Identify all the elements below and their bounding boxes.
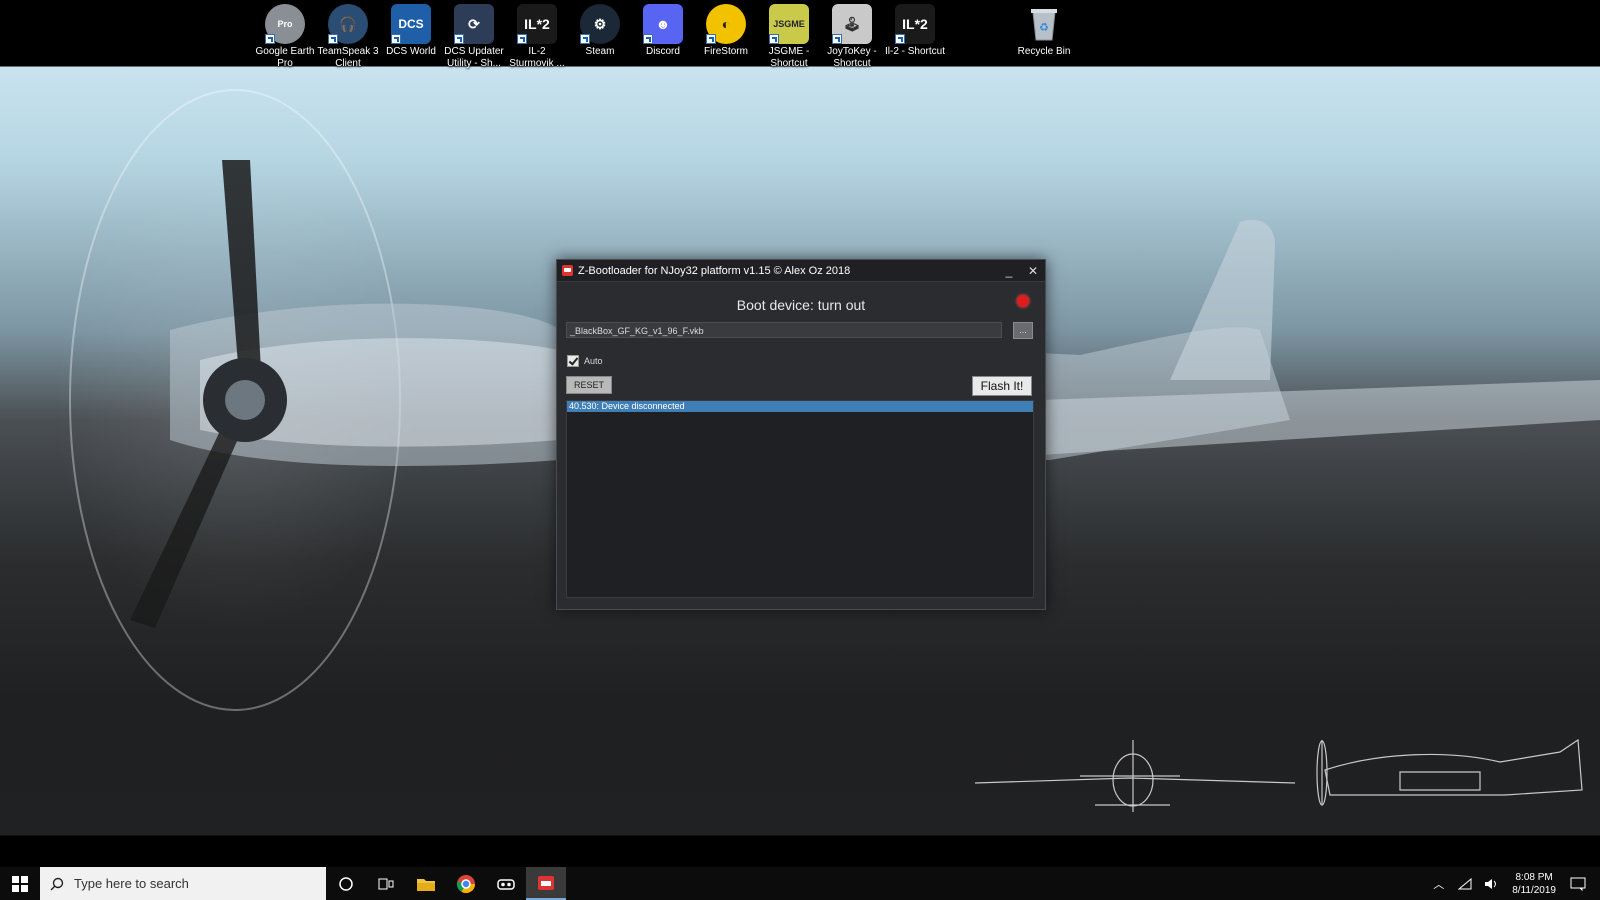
desktop-icon-dcs-updater[interactable]: ⟳ DCS Updater Utility - Sh... — [443, 4, 505, 70]
clock-date: 8/11/2019 — [1512, 884, 1556, 896]
log-area[interactable]: 40.530: Device disconnected — [566, 400, 1034, 598]
desktop-icon-label: Recycle Bin — [1017, 46, 1071, 57]
log-row[interactable]: 40.530: Device disconnected — [567, 401, 1033, 412]
jsgme-icon: JSGME — [769, 4, 809, 44]
start-button[interactable] — [0, 867, 40, 900]
z-bootloader-taskbar-button[interactable] — [526, 867, 566, 900]
browse-button[interactable]: ... — [1013, 322, 1033, 339]
auto-label: Auto — [584, 356, 603, 366]
teamspeak-icon: 🎧 — [328, 4, 368, 44]
desktop-icon-label: JoyToKey - Shortcut — [827, 46, 877, 69]
desktop-icon-google-earth-pro[interactable]: Pro Google Earth Pro — [254, 4, 316, 70]
taskbar-search-box[interactable]: Type here to search — [40, 867, 326, 900]
desktop-icon-label: Steam — [585, 46, 615, 57]
il2-icon: IL*2 — [517, 4, 557, 44]
desktop-icon-teamspeak[interactable]: 🎧 TeamSpeak 3 Client — [317, 4, 379, 70]
dcs-updater-icon: ⟳ — [454, 4, 494, 44]
search-icon — [50, 877, 64, 890]
auto-checkbox[interactable] — [567, 355, 579, 367]
clock-time: 8:08 PM — [1515, 871, 1553, 883]
recycle-bin-icon: ♻ — [1024, 4, 1064, 44]
boot-status-text: Boot device: turn out — [736, 297, 866, 313]
desktop-icon-label: IL-2 Sturmovik ... — [509, 46, 565, 69]
desktop-icon-label: DCS World — [386, 46, 436, 57]
windows-icon — [12, 875, 28, 892]
joytokey-icon: 🕹 — [832, 4, 872, 44]
desktop-icon-label: Google Earth Pro — [255, 46, 315, 69]
reset-button[interactable]: RESET — [566, 376, 612, 394]
network-icon[interactable] — [1458, 877, 1472, 890]
svg-text:♻: ♻ — [1039, 21, 1049, 34]
desktop-icon-il2-shortcut[interactable]: IL*2 Il-2 - Shortcut — [884, 4, 946, 58]
desktop-icon-label: TeamSpeak 3 Client — [317, 46, 379, 69]
taskbar-clock[interactable]: 8:08 PM 8/11/2019 — [1512, 871, 1556, 897]
cortana-icon — [339, 876, 353, 891]
desktop-icon-jsgme[interactable]: JSGME JSGME - Shortcut — [758, 4, 820, 70]
discord-icon: ☻ — [643, 4, 683, 44]
show-hidden-icons-chevron-icon[interactable]: ︿ — [1433, 876, 1444, 892]
task-view-button[interactable] — [366, 867, 406, 900]
desktop-icon-label: FireStorm — [704, 46, 748, 57]
desktop-icon-label: JSGME - Shortcut — [768, 46, 810, 69]
system-tray: ︿ 8:08 PM 8/11/2019 — [1425, 867, 1600, 900]
vr-app-button[interactable] — [486, 867, 526, 900]
search-placeholder: Type here to search — [74, 876, 189, 891]
desktop-icon-label: Il-2 - Shortcut — [884, 46, 946, 57]
steam-icon: ⚙ — [580, 4, 620, 44]
desktop-icon-discord[interactable]: ☻ Discord — [632, 4, 694, 58]
desktop-icon-il2-sturmovik[interactable]: IL*2 IL-2 Sturmovik ... — [506, 4, 568, 70]
desktop-icon-firestorm[interactable]: ◐ FireStorm — [695, 4, 757, 58]
firestorm-icon: ◐ — [706, 4, 746, 44]
close-button[interactable]: ✕ — [1021, 260, 1045, 281]
dcs-world-icon: DCS — [391, 4, 431, 44]
file-explorer-button[interactable] — [406, 867, 446, 900]
chrome-icon — [456, 874, 475, 893]
cortana-button[interactable] — [326, 867, 366, 900]
chrome-button[interactable] — [446, 867, 486, 900]
minimize-button[interactable]: _ — [997, 260, 1021, 281]
desktop-icon-label: Discord — [646, 46, 680, 57]
action-center-icon[interactable] — [1570, 877, 1586, 891]
window-titlebar[interactable]: Z-Bootloader for NJoy32 platform v1.15 ©… — [557, 260, 1045, 282]
desktop-icon-dcs-world[interactable]: DCS DCS World — [380, 4, 442, 58]
firmware-file-field[interactable]: _BlackBox_GF_KG_v1_96_F.vkb — [566, 322, 1002, 338]
status-led-icon — [1017, 295, 1029, 307]
google-earth-icon: Pro — [265, 4, 305, 44]
vr-headset-icon — [497, 878, 515, 890]
z-bootloader-window: Z-Bootloader for NJoy32 platform v1.15 ©… — [556, 259, 1046, 610]
il2-shortcut-icon: IL*2 — [895, 4, 935, 44]
desktop-icon-label: DCS Updater Utility - Sh... — [444, 46, 504, 69]
task-view-icon — [378, 878, 394, 889]
desktop-icon-steam[interactable]: ⚙ Steam — [569, 4, 631, 58]
z-bootloader-icon — [538, 875, 554, 890]
taskbar: Type here to search ︿ 8:08 PM 8/11/2019 — [0, 867, 1600, 900]
desktop-icon-recycle-bin[interactable]: ♻ Recycle Bin — [1013, 4, 1075, 58]
window-title: Z-Bootloader for NJoy32 platform v1.15 ©… — [578, 264, 851, 277]
volume-icon[interactable] — [1484, 878, 1500, 890]
desktop-icon-joytokey[interactable]: 🕹 JoyToKey - Shortcut — [821, 4, 883, 70]
app-icon — [562, 265, 573, 276]
flash-button[interactable]: Flash It! — [972, 376, 1032, 396]
file-explorer-icon — [417, 878, 435, 891]
